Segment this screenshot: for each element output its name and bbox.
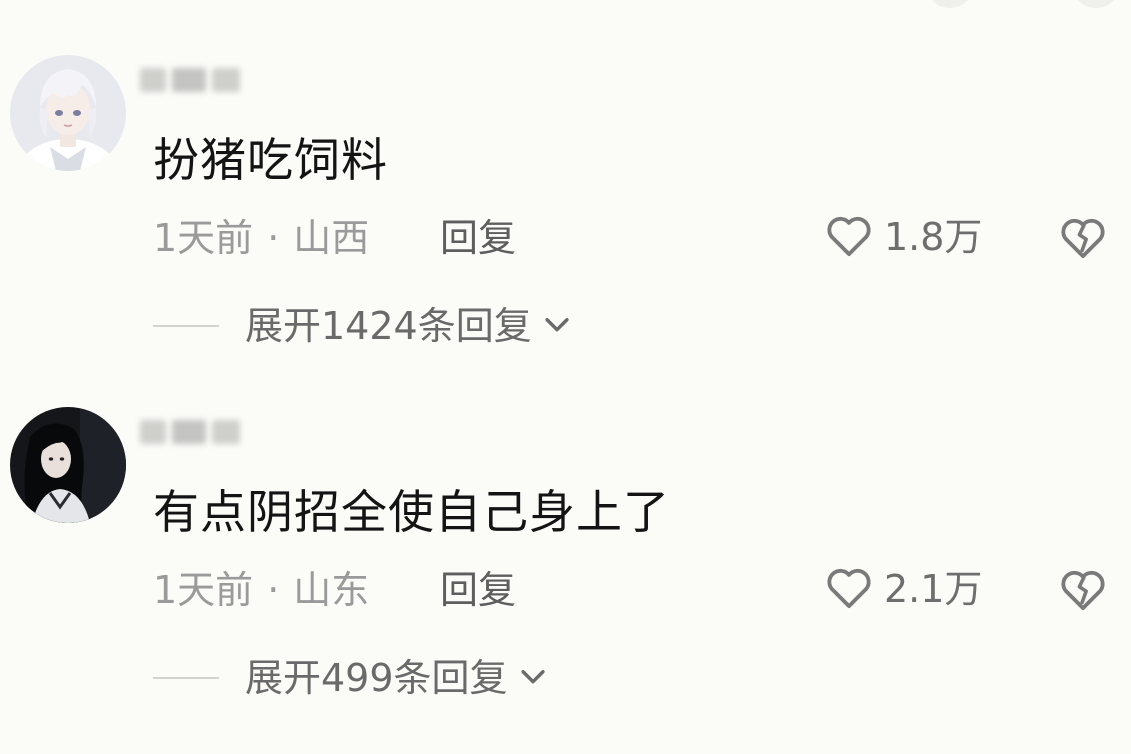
comment-item: 扮猪吃饲料 1天前 · 山西 回复 1.8万 展开1424条回复 bbox=[0, 55, 1131, 395]
comment-meta: 1天前 · 山东 bbox=[153, 567, 369, 613]
divider-line bbox=[153, 677, 219, 679]
dislike-button[interactable] bbox=[1056, 562, 1110, 620]
like-button[interactable]: 2.1万 bbox=[822, 559, 982, 619]
top-action-partial[interactable] bbox=[926, 0, 974, 8]
broken-heart-icon bbox=[1056, 570, 1110, 620]
comment-text: 有点阴招全使自己身上了 bbox=[153, 485, 670, 539]
divider-line bbox=[153, 325, 219, 327]
chevron-down-icon bbox=[516, 659, 550, 697]
chevron-down-icon bbox=[540, 307, 574, 345]
user-avatar[interactable] bbox=[10, 407, 126, 523]
username-blurred[interactable] bbox=[140, 61, 250, 99]
heart-outline-icon bbox=[822, 560, 876, 618]
meta-separator: · bbox=[267, 216, 280, 260]
dislike-button[interactable] bbox=[1056, 210, 1110, 268]
comment-text: 扮猪吃饲料 bbox=[153, 133, 388, 187]
expand-replies-label: 展开1424条回复 bbox=[245, 304, 532, 348]
expand-replies-label: 展开499条回复 bbox=[245, 656, 508, 700]
heart-outline-icon bbox=[822, 208, 876, 266]
top-action-partial[interactable] bbox=[1072, 0, 1120, 8]
comment-item: 有点阴招全使自己身上了 1天前 · 山东 回复 2.1万 展开499条回复 bbox=[0, 407, 1131, 747]
expand-replies-button[interactable]: 展开1424条回复 bbox=[153, 303, 574, 349]
comment-location: 山东 bbox=[293, 568, 370, 612]
like-count: 1.8万 bbox=[884, 215, 983, 259]
broken-heart-icon bbox=[1056, 218, 1110, 268]
username-blurred[interactable] bbox=[140, 413, 250, 451]
reply-button[interactable]: 回复 bbox=[440, 215, 516, 261]
reply-button[interactable]: 回复 bbox=[440, 567, 516, 613]
comment-location: 山西 bbox=[293, 216, 370, 260]
comment-time: 1天前 bbox=[153, 568, 254, 612]
meta-separator: · bbox=[267, 568, 280, 612]
comment-time: 1天前 bbox=[153, 216, 254, 260]
expand-replies-button[interactable]: 展开499条回复 bbox=[153, 655, 550, 701]
like-button[interactable]: 1.8万 bbox=[822, 207, 982, 267]
user-avatar[interactable] bbox=[10, 55, 126, 171]
like-count: 2.1万 bbox=[884, 567, 983, 611]
comment-meta: 1天前 · 山西 bbox=[153, 215, 369, 261]
